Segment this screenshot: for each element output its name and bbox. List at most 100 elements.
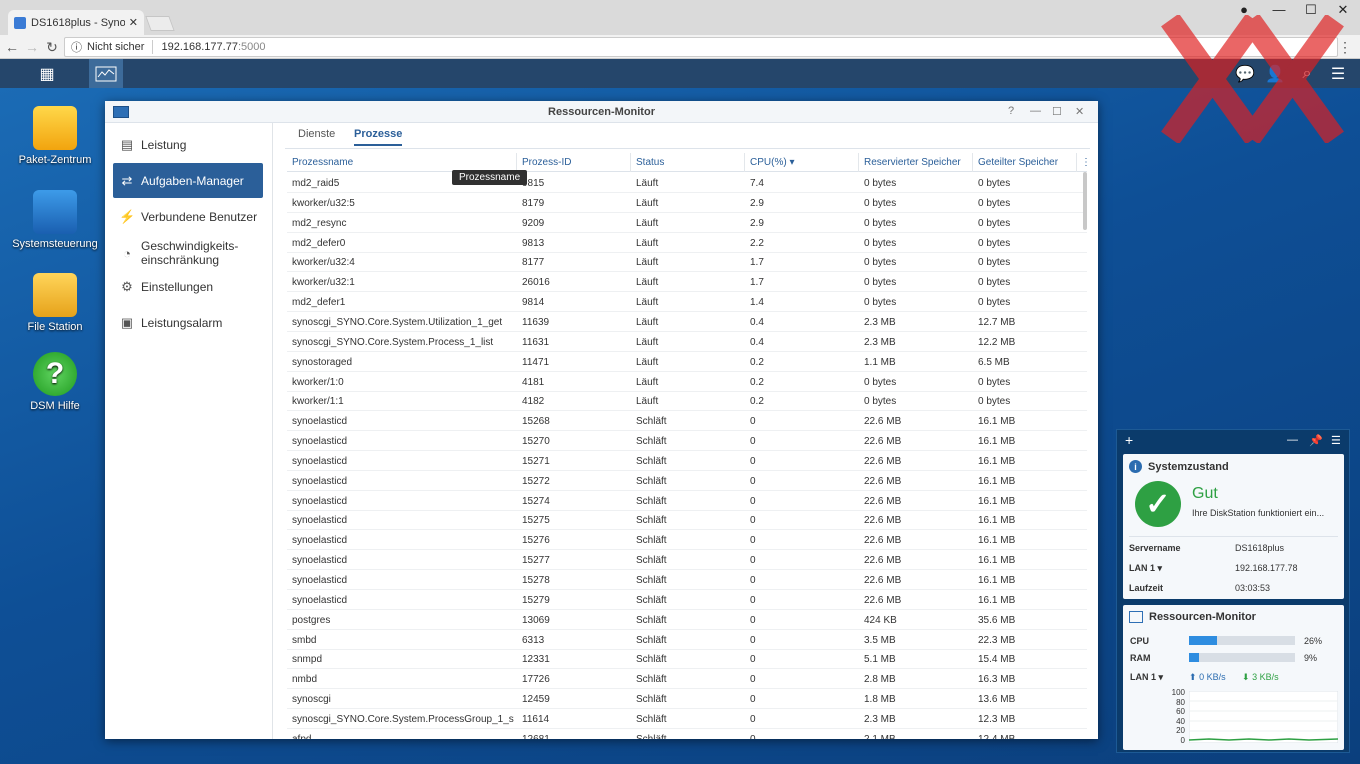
desktop-icon-label: Paket-Zentrum: [18, 154, 92, 166]
url-field[interactable]: ⓘ Nicht sicher 192.168.177.77:5000: [64, 37, 1338, 57]
add-widget-icon[interactable]: +: [1125, 432, 1133, 448]
table-row[interactable]: nmbd 17726 Schläft 0 2.8 MB 16.3 MB: [287, 669, 1087, 690]
maximize-button-icon[interactable]: ☐: [1052, 105, 1062, 118]
table-row[interactable]: synoelasticd 15270 Schläft 0 22.6 MB 16.1 MB: [287, 431, 1087, 452]
cell-process-id: 9814: [522, 297, 545, 309]
new-tab-button[interactable]: [145, 16, 175, 31]
cell-cpu: 2.9: [750, 197, 764, 209]
table-row[interactable]: kworker/u32:1 26016 Läuft 1.7 0 bytes 0 bytes: [287, 272, 1087, 293]
table-row[interactable]: kworker/u32:4 8177 Läuft 1.7 0 bytes 0 bytes: [287, 252, 1087, 273]
col-reserved-memory[interactable]: Reservierter Speicher: [864, 157, 961, 168]
cell-shared-memory: 16.1 MB: [978, 455, 1016, 467]
cell-process-id: 8177: [522, 257, 545, 269]
table-row[interactable]: synoelasticd 15279 Schläft 0 22.6 MB 16.1 MB: [287, 590, 1087, 610]
table-row[interactable]: postgres 13069 Schläft 0 424 KB 35.6 MB: [287, 610, 1087, 630]
col-shared-memory[interactable]: Geteilter Speicher: [978, 157, 1058, 168]
pin-icon[interactable]: 📌: [1309, 434, 1323, 447]
sidebar-item-label: Leistungsalarm: [141, 316, 223, 330]
help-button-icon[interactable]: ?: [1008, 105, 1014, 117]
cell-process-name: synoelasticd: [292, 535, 348, 547]
table-row[interactable]: synoscgi 12459 Schläft 0 1.8 MB 13.6 MB: [287, 689, 1087, 710]
cell-process-name: synoelasticd: [292, 555, 348, 567]
cell-reserved-memory: 22.6 MB: [864, 535, 902, 547]
table-scrollbar[interactable]: [1083, 172, 1087, 230]
table-row[interactable]: synoscgi_SYNO.Core.System.ProcessGroup_1…: [287, 709, 1087, 729]
col-process-name[interactable]: Prozessname: [292, 157, 353, 168]
cell-status: Schläft: [636, 495, 667, 507]
tab-services[interactable]: Dienste: [298, 128, 335, 140]
sidebar-item-speed-limit[interactable]: ◔ Geschwindigkeits- einschränkung: [113, 236, 263, 270]
widget-panel: + — 📌 ☰ i Systemzustand ✓ Gut Ihre DiskSt…: [1116, 429, 1350, 753]
widget-menu-icon[interactable]: ☰: [1331, 434, 1341, 447]
reload-icon[interactable]: ↻: [42, 39, 62, 56]
close-button-icon[interactable]: ✕: [1075, 105, 1084, 118]
desktop-icon-file-station[interactable]: File Station: [10, 273, 100, 333]
tab-processes[interactable]: Prozesse: [354, 128, 403, 146]
browser-tab[interactable]: DS1618plus - Synology D ✕: [8, 10, 144, 35]
col-divider: [630, 153, 631, 172]
cell-status: Schläft: [636, 674, 667, 686]
cell-reserved-memory: 22.6 MB: [864, 455, 902, 467]
lan-dropdown[interactable]: LAN 1 ▾: [1129, 563, 1162, 574]
table-row[interactable]: synoscgi_SYNO.Core.System.Utilization_1_…: [287, 312, 1087, 332]
desktop-icon-control-panel[interactable]: Systemsteuerung: [10, 190, 100, 250]
table-row[interactable]: md2_defer0 9813 Läuft 2.2 0 bytes 0 bytes: [287, 233, 1087, 253]
sidebar-item-performance[interactable]: ▤ Leistung: [113, 131, 263, 159]
lan-dropdown-monitor[interactable]: LAN 1 ▾: [1130, 672, 1163, 683]
table-row[interactable]: kworker/1:0 4181 Läuft 0.2 0 bytes 0 bytes: [287, 372, 1087, 392]
cell-cpu: 0: [750, 614, 756, 626]
system-health-title: Systemzustand: [1148, 460, 1229, 473]
desktop-icon-dsm-help[interactable]: ? DSM Hilfe: [10, 352, 100, 412]
cpu-bar-fill: [1189, 636, 1217, 645]
table-row[interactable]: synoelasticd 15268 Schläft 0 22.6 MB 16.1 MB: [287, 411, 1087, 432]
cell-reserved-memory: 3.5 MB: [864, 634, 896, 646]
table-row[interactable]: md2_resync 9209 Läuft 2.9 0 bytes 0 bytes: [287, 213, 1087, 233]
cell-reserved-memory: 22.6 MB: [864, 495, 902, 507]
tab-strip: DS1618plus - Synology D ✕ ● — ☐ ✕: [0, 0, 1360, 35]
cell-reserved-memory: 2.3 MB: [864, 713, 896, 725]
main-menu-icon[interactable]: ▦: [30, 59, 64, 88]
table-row[interactable]: smbd 6313 Schläft 0 3.5 MB 22.3 MB: [287, 630, 1087, 650]
table-row[interactable]: synostoraged 11471 Läuft 0.2 1.1 MB 6.5 MB: [287, 352, 1087, 372]
info-icon[interactable]: ⓘ: [71, 39, 82, 55]
close-tab-icon[interactable]: ✕: [129, 16, 138, 29]
watermark-logo: [1161, 15, 1344, 143]
column-menu-icon[interactable]: ⋮: [1081, 157, 1090, 168]
minimize-widget-icon[interactable]: —: [1287, 434, 1298, 446]
cell-shared-memory: 0 bytes: [978, 376, 1011, 388]
sidebar-item-label: Leistung: [141, 138, 187, 152]
table-row[interactable]: synoelasticd 15272 Schläft 0 22.6 MB 16.1 MB: [287, 471, 1087, 491]
cell-process-id: 15276: [522, 535, 550, 547]
sidebar-item-settings[interactable]: ⚙ Einstellungen: [113, 273, 263, 301]
table-row[interactable]: afpd 12681 Schläft 0 2.1 MB 12.4 MB: [287, 729, 1087, 739]
cell-reserved-memory: 22.6 MB: [864, 416, 902, 428]
sidebar-item-task-manager[interactable]: ⇄ Aufgaben-Manager: [113, 163, 263, 198]
table-row[interactable]: synoelasticd 15271 Schläft 0 22.6 MB 16.1 MB: [287, 451, 1087, 471]
table-row[interactable]: md2_raid5 9815 Läuft 7.4 0 bytes 0 bytes: [287, 173, 1087, 193]
sidebar-item-performance-alarm[interactable]: ▣ Leistungsalarm: [113, 309, 263, 337]
table-row[interactable]: synoelasticd 15278 Schläft 0 22.6 MB 16.1 MB: [287, 570, 1087, 590]
table-row[interactable]: synoelasticd 15275 Schläft 0 22.6 MB 16.1 MB: [287, 510, 1087, 531]
col-status[interactable]: Status: [636, 157, 664, 168]
col-cpu[interactable]: CPU(%) ▾: [750, 157, 794, 168]
divider: [1129, 536, 1338, 537]
desktop-icon-package-center[interactable]: Paket-Zentrum: [10, 106, 100, 166]
taskbar-resource-monitor[interactable]: [89, 59, 123, 88]
window-titlebar[interactable]: Ressourcen-Monitor ? — ☐ ✕: [105, 101, 1098, 123]
back-icon[interactable]: ←: [2, 39, 22, 55]
minimize-button-icon[interactable]: —: [1030, 105, 1041, 117]
forward-icon[interactable]: →: [22, 39, 42, 55]
table-row[interactable]: kworker/1:1 4182 Läuft 0.2 0 bytes 0 bytes: [287, 391, 1087, 412]
col-process-id[interactable]: Prozess-ID: [522, 157, 571, 168]
table-row[interactable]: synoelasticd 15276 Schläft 0 22.6 MB 16.1 MB: [287, 530, 1087, 551]
table-row[interactable]: synoelasticd 15274 Schläft 0 22.6 MB 16.1 MB: [287, 491, 1087, 511]
table-row[interactable]: kworker/u32:5 8179 Läuft 2.9 0 bytes 0 bytes: [287, 193, 1087, 213]
table-row[interactable]: synoelasticd 15277 Schläft 0 22.6 MB 16.1 MB: [287, 550, 1087, 571]
table-row[interactable]: md2_defer1 9814 Läuft 1.4 0 bytes 0 bytes: [287, 292, 1087, 313]
sidebar-item-connected-users[interactable]: ⚡ Verbundene Benutzer: [113, 203, 263, 231]
table-row[interactable]: snmpd 12331 Schläft 0 5.1 MB 15.4 MB: [287, 649, 1087, 670]
speed-icon: ◔: [123, 245, 131, 261]
table-row[interactable]: synoscgi_SYNO.Core.System.Process_1_list…: [287, 332, 1087, 352]
server-label: Servername: [1129, 543, 1181, 553]
cpu-bar: [1189, 636, 1295, 645]
